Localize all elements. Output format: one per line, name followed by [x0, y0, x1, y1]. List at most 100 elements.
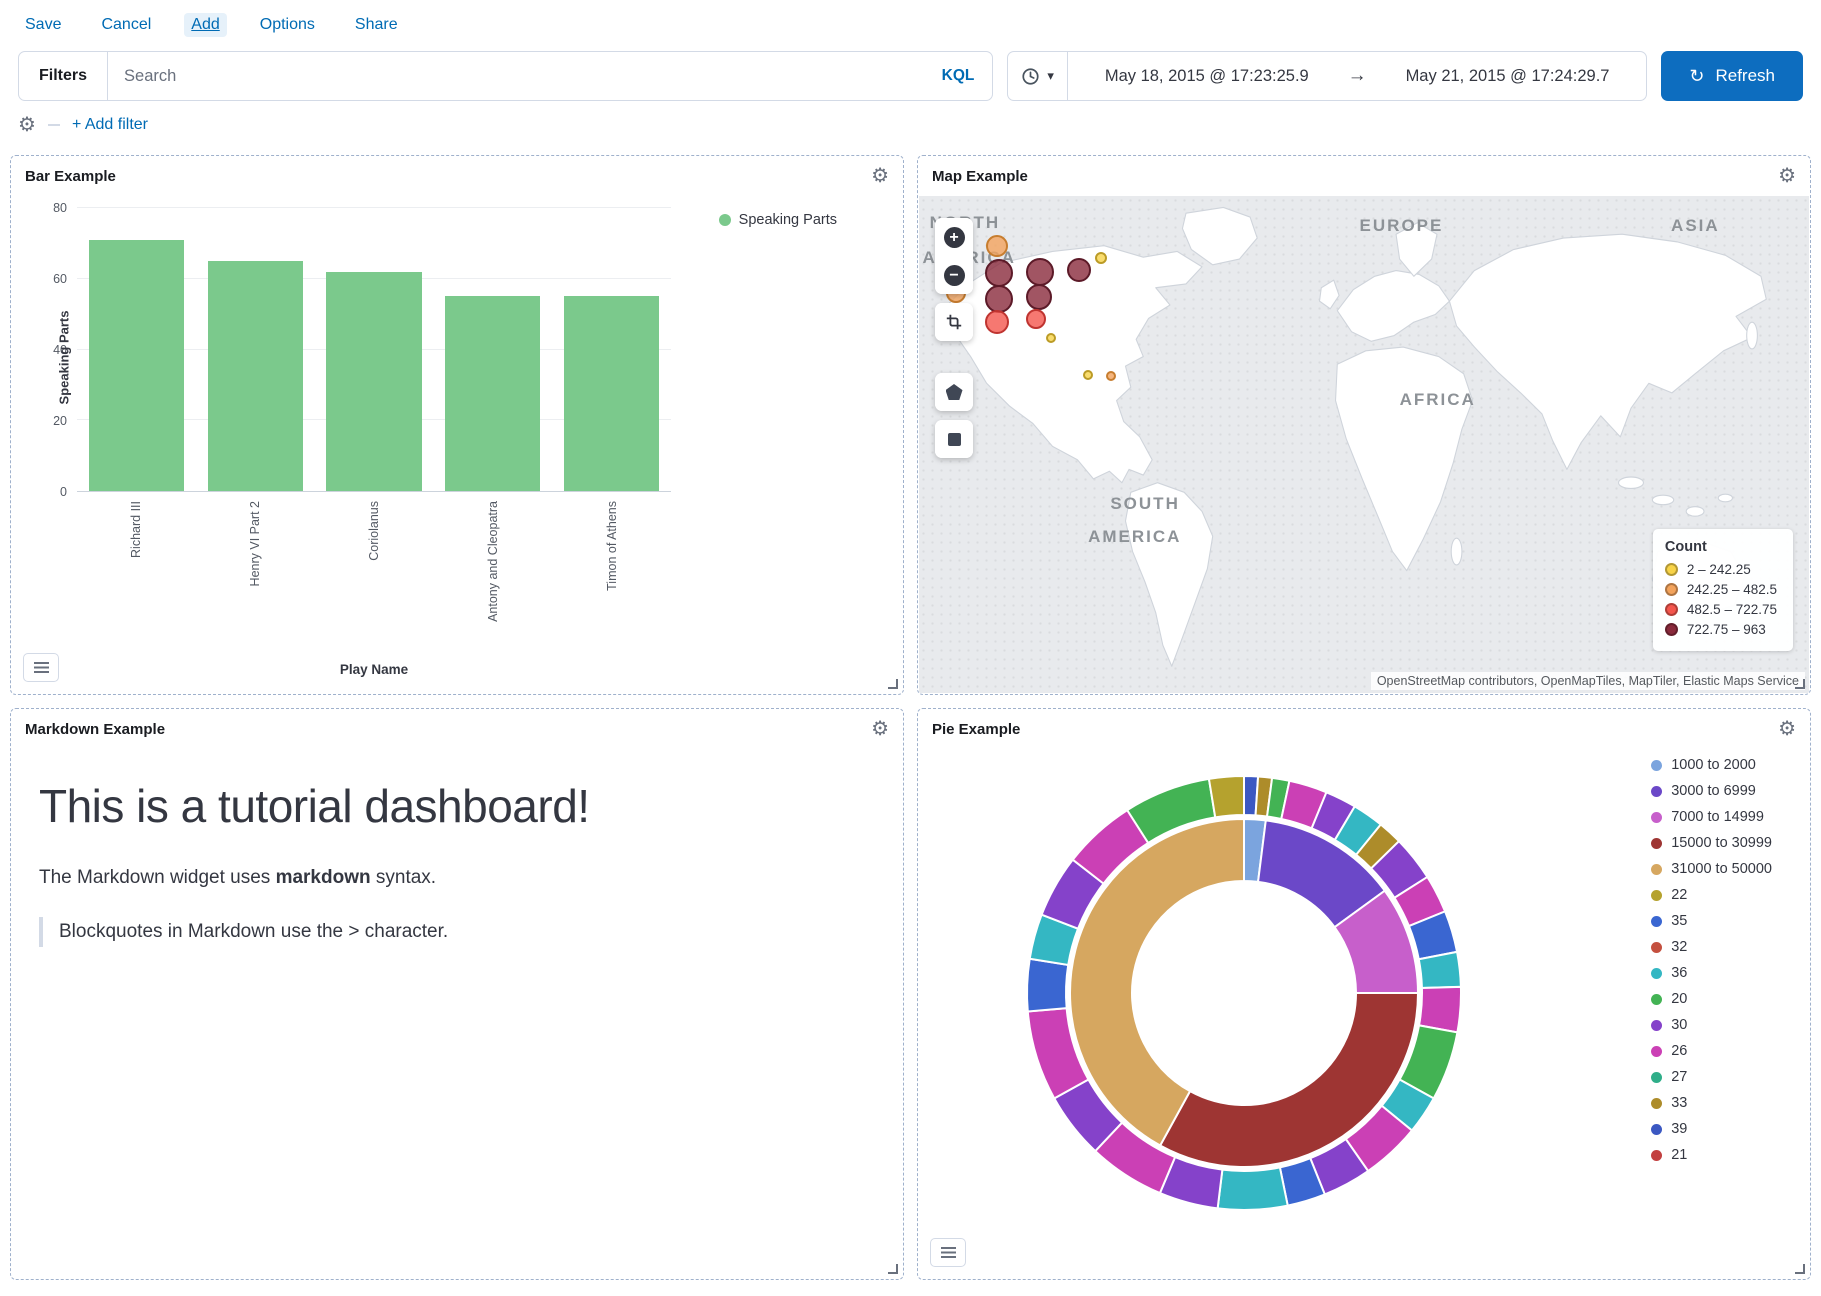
top-menu-add[interactable]: Add: [184, 13, 226, 37]
draw-rectangle-button[interactable]: [935, 420, 973, 458]
pie-legend-item[interactable]: 3000 to 6999: [1651, 783, 1772, 799]
pie-legend-item[interactable]: 36: [1651, 965, 1772, 981]
legend-dot: [719, 214, 731, 226]
pie-legend-item[interactable]: 22: [1651, 887, 1772, 903]
map-legend-item: 482.5 – 722.75: [1665, 602, 1777, 617]
top-menu-save[interactable]: Save: [18, 13, 68, 37]
pie-legend-item[interactable]: 7000 to 14999: [1651, 809, 1772, 825]
map-attribution: OpenStreetMap contributors, OpenMapTiles…: [1371, 672, 1805, 690]
filter-settings-gear-icon[interactable]: ⚙: [18, 115, 36, 135]
pie-legend-item[interactable]: 32: [1651, 939, 1772, 955]
draw-polygon-button[interactable]: [935, 373, 973, 411]
pie-legend-item[interactable]: 31000 to 50000: [1651, 861, 1772, 877]
map-marker-3[interactable]: [1026, 258, 1054, 286]
markdown-heading: This is a tutorial dashboard!: [39, 779, 875, 833]
y-tick-label: 60: [53, 272, 67, 286]
bar-y-axis-title: Speaking Parts: [56, 311, 71, 405]
map-marker-1[interactable]: [1095, 252, 1107, 264]
map-label: AMERICA: [1088, 527, 1181, 547]
pie-outer-slice-22[interactable]: 35: [1027, 959, 1068, 1012]
query-bar: Filters KQL ▾ May 18, 2015 @ 17:23:25.9 …: [0, 45, 1821, 103]
kql-button[interactable]: KQL: [924, 67, 993, 85]
pie-legend-item[interactable]: 27: [1651, 1069, 1772, 1085]
panel-title: Bar Example: [25, 168, 116, 185]
pie-outer-slice-27[interactable]: 22: [1209, 776, 1244, 817]
panel-resize-handle[interactable]: [1795, 679, 1805, 689]
pie-outer-slice-17[interactable]: 36: [1218, 1167, 1288, 1210]
pie-legend-item[interactable]: 33: [1651, 1095, 1772, 1111]
legend-dot: [1651, 1072, 1662, 1083]
legend-label: 22: [1671, 887, 1687, 903]
panel-title: Markdown Example: [25, 721, 165, 738]
legend-label: 39: [1671, 1121, 1687, 1137]
map-marker-2[interactable]: [985, 259, 1013, 287]
pie-legend-item[interactable]: 35: [1651, 913, 1772, 929]
top-menu-share[interactable]: Share: [348, 13, 405, 37]
pie-legend-item[interactable]: 21: [1651, 1147, 1772, 1163]
markdown-blockquote: Blockquotes in Markdown use the > charac…: [39, 917, 875, 947]
pie-legend-item[interactable]: 15000 to 30999: [1651, 835, 1772, 851]
map-marker-10[interactable]: [1046, 333, 1056, 343]
legend-label: 33: [1671, 1095, 1687, 1111]
panel-gear-icon[interactable]: ⚙: [1778, 719, 1796, 739]
legend-toggle-button[interactable]: [23, 653, 59, 682]
bar-y-axis-spacer: [31, 492, 77, 660]
map-marker-0[interactable]: [986, 235, 1008, 257]
date-to-button[interactable]: May 21, 2015 @ 17:24:29.7: [1369, 66, 1647, 87]
map-label: EUROPE: [1360, 216, 1444, 236]
bar-3[interactable]: [445, 296, 540, 491]
bar-chart-legend-item[interactable]: Speaking Parts: [719, 212, 837, 228]
world-map[interactable]: NORTHAMERICAEUROPEASIAAFRICASOUTHAMERICA…: [919, 196, 1809, 693]
legend-toggle-button[interactable]: [930, 1238, 966, 1267]
legend-dot: [1651, 838, 1662, 849]
top-menu-options[interactable]: Options: [253, 13, 322, 37]
pie-legend-item[interactable]: 1000 to 2000: [1651, 757, 1772, 773]
map-marker-8[interactable]: [985, 310, 1009, 334]
add-filter-link[interactable]: + Add filter: [72, 116, 148, 134]
map-legend-item: 2 – 242.25: [1665, 562, 1777, 577]
panel-resize-handle[interactable]: [888, 679, 898, 689]
bar-4[interactable]: [564, 296, 659, 491]
legend-label: 31000 to 50000: [1671, 861, 1772, 877]
pie-legend-item[interactable]: 39: [1651, 1121, 1772, 1137]
panel-gear-icon[interactable]: ⚙: [871, 719, 889, 739]
refresh-label: Refresh: [1715, 66, 1775, 86]
legend-label: 30: [1671, 1017, 1687, 1033]
legend-label: 3000 to 6999: [1671, 783, 1756, 799]
search-input[interactable]: [108, 67, 924, 86]
pie-legend-item[interactable]: 26: [1651, 1043, 1772, 1059]
legend-dot: [1651, 968, 1662, 979]
map-marker-11[interactable]: [1083, 370, 1093, 380]
refresh-button[interactable]: ↻ Refresh: [1661, 51, 1803, 101]
legend-label: 7000 to 14999: [1671, 809, 1764, 825]
panel-resize-handle[interactable]: [1795, 1264, 1805, 1274]
x-tick-label: Antony and Cleopatra: [486, 501, 500, 622]
date-quick-select-button[interactable]: ▾: [1008, 52, 1068, 100]
pie-legend-item[interactable]: 20: [1651, 991, 1772, 1007]
pie-legend-item[interactable]: 30: [1651, 1017, 1772, 1033]
map-legend-item: 722.75 – 963: [1665, 622, 1777, 637]
panel-gear-icon[interactable]: ⚙: [1778, 166, 1796, 186]
top-menu-cancel[interactable]: Cancel: [94, 13, 158, 37]
map-legend-title: Count: [1665, 539, 1777, 555]
map-label: AFRICA: [1400, 390, 1476, 410]
bar-2[interactable]: [326, 272, 421, 491]
map-marker-7[interactable]: [1026, 284, 1052, 310]
date-from-button[interactable]: May 18, 2015 @ 17:23:25.9: [1068, 66, 1346, 87]
bar-0[interactable]: [89, 240, 184, 491]
pie-outer-slice-10[interactable]: 36: [1419, 952, 1461, 988]
bar-1[interactable]: [208, 261, 303, 491]
panel-resize-handle[interactable]: [888, 1264, 898, 1274]
crop-icon: [945, 313, 963, 331]
pie-chart[interactable]: 1000 to 20003000 to 69997000 to 14999150…: [1018, 767, 1470, 1219]
panel-gear-icon[interactable]: ⚙: [871, 166, 889, 186]
zoom-in-button[interactable]: +: [935, 218, 973, 256]
zoom-out-button[interactable]: −: [935, 256, 973, 294]
map-label: ASIA: [1671, 216, 1720, 236]
map-marker-4[interactable]: [1067, 258, 1091, 282]
map-marker-12[interactable]: [1106, 371, 1116, 381]
box-zoom-button[interactable]: [935, 303, 973, 341]
legend-label: 722.75 – 963: [1687, 622, 1766, 637]
filters-button[interactable]: Filters: [19, 52, 108, 100]
map-marker-9[interactable]: [1026, 309, 1046, 329]
